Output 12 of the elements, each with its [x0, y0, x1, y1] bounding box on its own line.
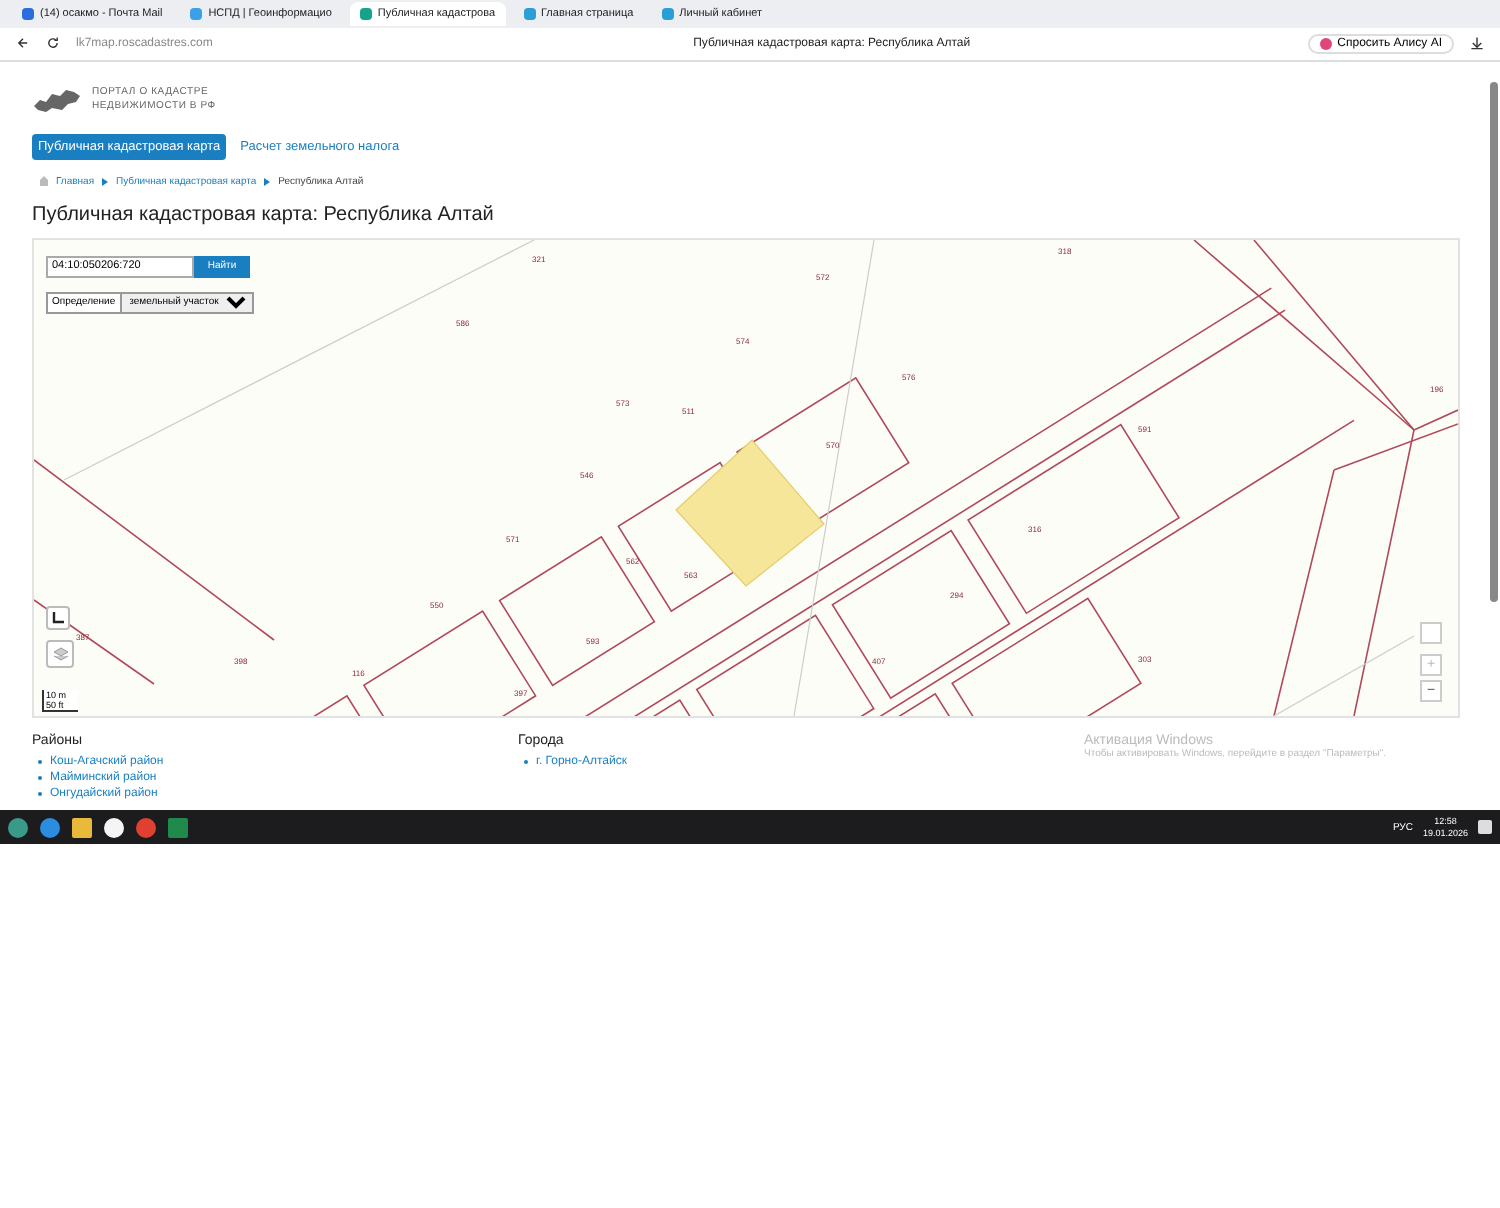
layers-icon [51, 645, 69, 662]
russia-map-icon [32, 85, 84, 114]
download-icon[interactable] [1470, 36, 1484, 51]
page-heading: Публичная кадастровая карта: Республика Алтай [32, 203, 496, 226]
back-icon[interactable] [16, 36, 30, 51]
chevron-icon [264, 177, 271, 186]
chevron-icon [102, 177, 109, 186]
road-centerline [1273, 635, 1415, 716]
ruler-tool-button[interactable] [46, 605, 70, 630]
refresh-icon[interactable] [46, 36, 60, 51]
ruler-icon [51, 610, 65, 625]
scrollbar[interactable] [1490, 81, 1498, 602]
